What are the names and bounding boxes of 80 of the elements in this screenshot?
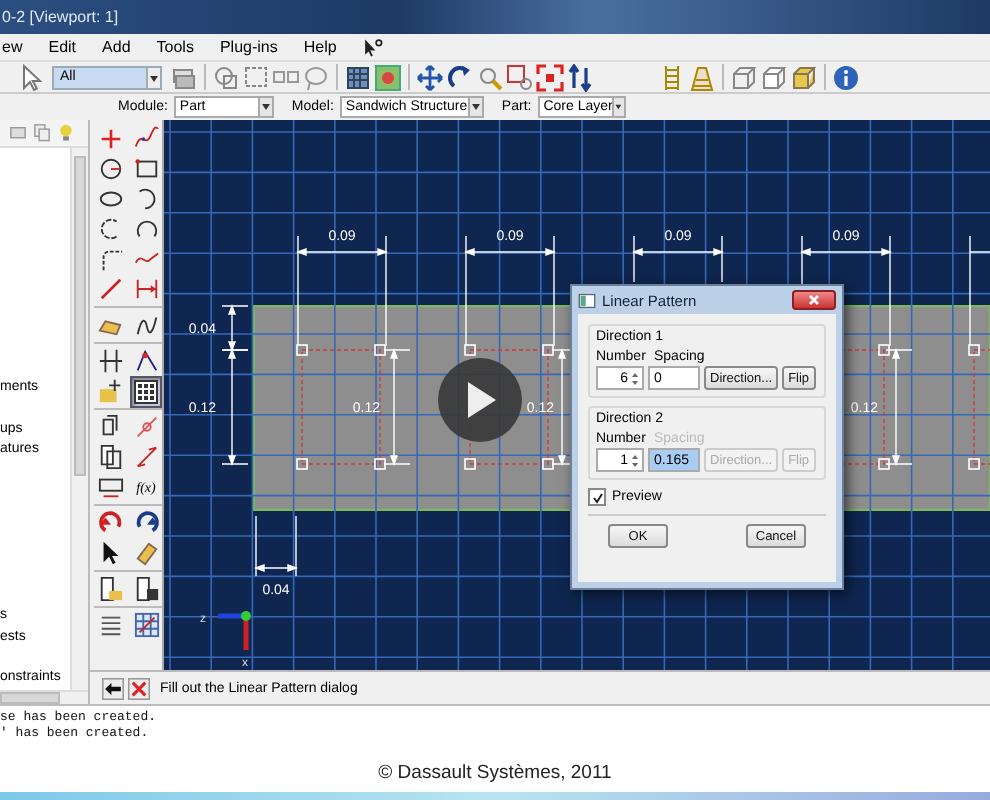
preview-checkbox[interactable] [588,488,606,506]
cube-icon[interactable] [760,63,788,91]
window-title: 0-2 [Viewport: 1] [0,8,119,26]
eraser-icon[interactable] [133,540,159,566]
construction-line [973,349,990,465]
arc-icon[interactable] [97,216,123,242]
cancel-icon[interactable] [128,677,150,699]
scrollbar[interactable] [0,689,88,704]
folder-icon[interactable] [8,122,28,143]
sort-arrows-icon[interactable] [566,63,594,91]
play-icon [462,380,498,420]
save-file-icon[interactable] [133,576,159,602]
add-icon[interactable] [97,378,123,404]
copy-icon[interactable] [32,122,52,143]
menu-item[interactable]: ew [0,38,25,56]
scrollbar[interactable] [70,147,88,690]
copy-profile-icon[interactable] [97,444,123,470]
circle-icon[interactable] [97,156,123,182]
box-select-icon[interactable] [242,63,270,91]
vertex-marker [968,344,980,356]
undo-icon[interactable] [97,510,123,536]
line-icon[interactable] [97,276,123,302]
grid-icon[interactable] [344,63,372,91]
menu-item[interactable]: Edit [46,38,79,56]
vertex-marker [464,344,476,356]
open-file-icon[interactable] [97,576,123,602]
shaded-cube-icon[interactable] [790,63,818,91]
arc-icon[interactable] [133,216,159,242]
rectangle-icon[interactable] [133,156,159,182]
vertex-marker [542,458,554,470]
vertex-marker [374,344,386,356]
back-arrow-icon[interactable] [102,677,124,699]
vertex-marker [878,458,890,470]
vertex-marker [542,344,554,356]
profile-icon[interactable] [133,312,159,338]
close-icon [808,294,820,306]
lightbulb-icon[interactable] [56,122,76,143]
menu-item[interactable]: Help [301,38,339,56]
help-pointer-icon[interactable] [360,35,385,59]
grid-icon[interactable] [133,612,159,638]
vertex-marker [374,458,386,470]
offset-icon[interactable] [97,414,123,440]
axis-triad-drawing [218,611,251,650]
copyright-text: © Dassault Systèmes, 2011 [378,761,612,783]
dimension-line [254,515,298,577]
info-icon[interactable] [832,63,860,91]
vertex-marker [296,458,308,470]
wireframe-cube-icon[interactable] [730,63,758,91]
parameter-icon[interactable] [133,348,159,374]
dialog-icon [578,291,596,309]
menu-item[interactable]: Add [100,38,133,56]
mesh-icon[interactable] [688,63,716,91]
layers-icon[interactable] [170,63,198,91]
fit-view-icon[interactable] [536,63,564,91]
constraint-icon[interactable] [97,348,123,374]
transform-icon[interactable] [133,444,159,470]
render-icon[interactable] [374,63,402,91]
point-icon[interactable] [97,126,123,152]
list-icon[interactable] [97,612,123,638]
pattern-tool[interactable] [130,375,162,407]
trim-icon[interactable] [133,414,159,440]
selection-icon[interactable] [212,63,240,91]
menu-item[interactable]: Plug-ins [217,38,280,56]
close-button[interactable] [792,290,836,310]
rectangle-icon[interactable] [97,474,123,500]
vertex-marker [296,344,308,356]
pan-icon[interactable] [416,63,444,91]
caret-icon [146,67,160,87]
ellipse-icon[interactable] [97,186,123,212]
dimension-line [969,235,990,347]
fillet-icon[interactable] [97,246,123,272]
box-zoom-icon[interactable] [506,63,534,91]
vertex-marker [878,344,890,356]
spline-icon[interactable] [133,126,159,152]
menu-item[interactable]: Tools [154,38,196,56]
vertex-marker [968,458,980,470]
redo-icon[interactable] [133,510,159,536]
vertex-marker [464,458,476,470]
rotate-icon[interactable] [446,63,474,91]
dimension-icon[interactable] [133,276,159,302]
